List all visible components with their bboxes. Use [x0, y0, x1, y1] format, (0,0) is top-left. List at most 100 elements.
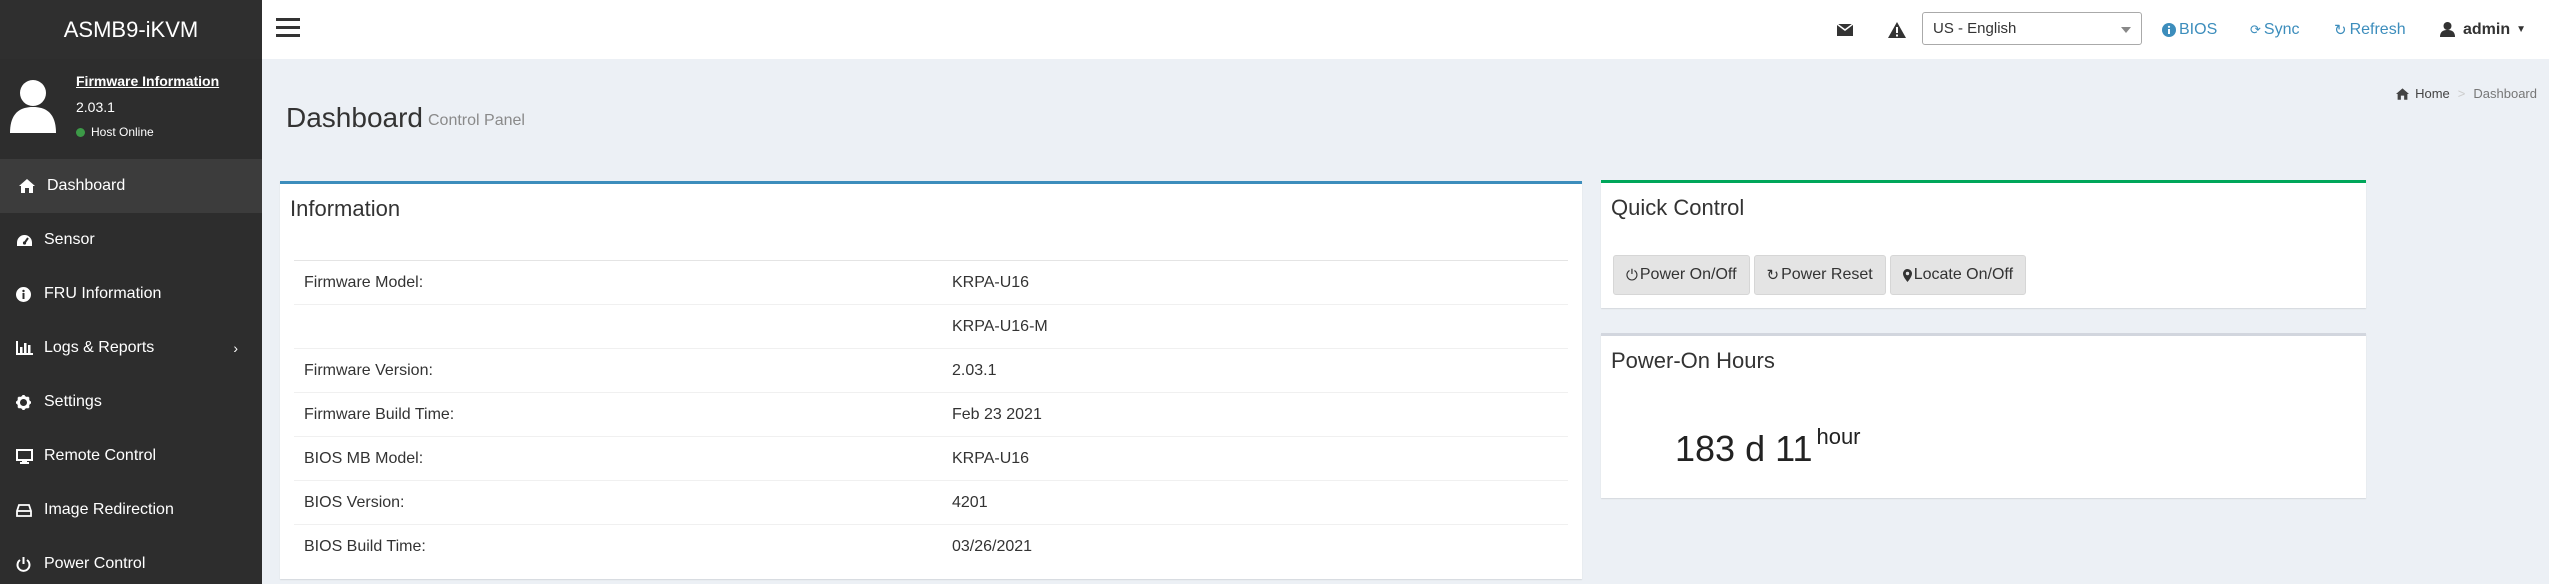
- sidebar-item-image-redirection[interactable]: Image Redirection: [0, 483, 262, 537]
- breadcrumb-separator: >: [2457, 86, 2466, 101]
- power-reset-button[interactable]: ↻ Power Reset: [1753, 255, 1886, 295]
- sidebar-item-label: Dashboard: [47, 177, 126, 194]
- table-row: BIOS Version: 4201: [294, 480, 1568, 525]
- sidebar-item-remote-control[interactable]: Remote Control: [0, 429, 262, 483]
- sidebar-item-label: Remote Control: [44, 447, 157, 464]
- disk-icon: [16, 503, 44, 517]
- chevron-right-icon: ›: [233, 340, 238, 356]
- sidebar: ASMB9-iKVM Firmware Information 2.03.1 H…: [0, 0, 262, 584]
- refresh-icon: ↻: [2334, 21, 2347, 39]
- page-title: Dashboard: [286, 102, 423, 133]
- bios-link[interactable]: BIOS: [2162, 0, 2217, 59]
- info-label: [294, 304, 942, 349]
- table-row: BIOS MB Model: KRPA-U16: [294, 436, 1568, 481]
- sidebar-item-dashboard[interactable]: Dashboard: [0, 159, 262, 213]
- bar-chart-icon: [16, 341, 44, 355]
- sidebar-item-power-control[interactable]: Power Control: [0, 537, 262, 584]
- language-select-value: US - English: [1933, 20, 2017, 37]
- info-value: KRPA-U16-M: [942, 304, 1568, 349]
- sidebar-item-logs-reports[interactable]: Logs & Reports ›: [0, 321, 262, 375]
- table-row: Firmware Build Time: Feb 23 2021: [294, 392, 1568, 437]
- sync-icon: ⟳: [2250, 21, 2261, 37]
- dropdown-caret-icon: [2121, 27, 2131, 33]
- power-on-hours-unit: hour: [1816, 424, 1861, 449]
- language-select[interactable]: US - English: [1922, 12, 2142, 45]
- info-circle-icon: [2162, 22, 2176, 37]
- sidebar-toggle-icon[interactable]: [276, 18, 300, 38]
- status-dot-icon: [76, 127, 85, 137]
- sidebar-item-settings[interactable]: Settings: [0, 375, 262, 429]
- sidebar-item-label: Sensor: [44, 231, 95, 248]
- messages-button[interactable]: [1837, 0, 1853, 59]
- caret-down-icon: ▼: [2516, 24, 2527, 35]
- user-name: admin: [2463, 20, 2511, 38]
- sidebar-item-label: Image Redirection: [44, 501, 174, 518]
- sidebar-item-fru-information[interactable]: FRU Information: [0, 267, 262, 321]
- info-value: 03/26/2021: [942, 524, 1568, 569]
- power-on-off-button[interactable]: ⏻ Power On/Off: [1613, 255, 1750, 295]
- warning-icon: [1888, 21, 1906, 38]
- info-value: Feb 23 2021: [942, 392, 1568, 437]
- map-marker-icon: [1902, 268, 1912, 282]
- info-label: Firmware Version:: [294, 348, 942, 393]
- dashboard-gauge-icon: [16, 234, 44, 247]
- power-icon: [16, 556, 44, 572]
- reset-icon: ↻: [1766, 267, 1780, 284]
- sidebar-item-label: Logs & Reports: [44, 339, 155, 356]
- table-row: BIOS Build Time: 03/26/2021: [294, 524, 1568, 569]
- app-title[interactable]: ASMB9-iKVM: [0, 0, 262, 59]
- quick-control-title: Quick Control: [1611, 195, 1745, 220]
- sync-label: Sync: [2263, 20, 2300, 38]
- refresh-label: Refresh: [2349, 20, 2406, 38]
- sidebar-item-label: Power Control: [44, 555, 146, 572]
- sidebar-item-sensor[interactable]: Sensor: [0, 213, 262, 267]
- power-icon: ⏻: [1626, 266, 1638, 284]
- power-on-off-label: Power On/Off: [1639, 266, 1737, 283]
- user-panel: Firmware Information 2.03.1 Host Online: [0, 59, 262, 159]
- envelope-icon: [1837, 23, 1853, 36]
- home-icon: [19, 179, 47, 193]
- sidebar-item-label: Settings: [44, 393, 102, 410]
- power-on-hours-panel: Power-On Hours 183 d 11 hour: [1601, 333, 2366, 498]
- desktop-icon: [16, 448, 44, 464]
- info-label: Firmware Model:: [294, 260, 942, 305]
- information-title: Information: [290, 196, 401, 221]
- table-row: Firmware Model: KRPA-U16: [294, 260, 1568, 305]
- user-avatar-icon: [10, 80, 56, 133]
- locate-on-off-button[interactable]: Locate On/Off: [1889, 255, 2027, 295]
- info-value: KRPA-U16: [942, 260, 1568, 305]
- sidebar-menu: Dashboard Sensor FRU Information Logs & …: [0, 159, 262, 584]
- host-status: Host Online: [76, 125, 219, 139]
- bios-label: BIOS: [2179, 20, 2218, 38]
- table-row: KRPA-U16-M: [294, 304, 1568, 349]
- alerts-button[interactable]: [1888, 0, 1906, 59]
- info-label: BIOS Build Time:: [294, 524, 942, 569]
- table-row: Firmware Version: 2.03.1: [294, 348, 1568, 393]
- info-value: 2.03.1: [942, 348, 1568, 393]
- locate-on-off-label: Locate On/Off: [1913, 266, 2014, 283]
- info-circle-icon: [16, 286, 44, 302]
- host-status-label: Host Online: [91, 125, 154, 139]
- sync-link[interactable]: ⟳ Sync: [2250, 0, 2299, 59]
- info-label: BIOS Version:: [294, 480, 942, 525]
- user-menu[interactable]: admin ▼: [2440, 0, 2526, 59]
- quick-control-panel: Quick Control ⏻ Power On/Off ↻ Power Res…: [1601, 180, 2366, 308]
- refresh-link[interactable]: ↻ Refresh: [2334, 0, 2406, 59]
- firmware-version: 2.03.1: [76, 99, 115, 115]
- power-on-hours-readout: 183 d 11 hour: [1675, 424, 1861, 470]
- firmware-information-link[interactable]: Firmware Information: [76, 73, 219, 89]
- information-panel: Information Firmware Model: KRPA-U16 KRP…: [280, 181, 1582, 579]
- info-label: BIOS MB Model:: [294, 436, 942, 481]
- power-reset-label: Power Reset: [1781, 266, 1873, 283]
- sidebar-item-label: FRU Information: [44, 285, 162, 302]
- power-on-hours-value: 183 d 11: [1675, 428, 1813, 469]
- breadcrumb: Home > Dashboard: [2396, 86, 2537, 101]
- breadcrumb-home[interactable]: Home: [2415, 86, 2450, 101]
- breadcrumb-current: Dashboard: [2473, 86, 2537, 101]
- information-table: Firmware Model: KRPA-U16 KRPA-U16-M Firm…: [294, 260, 1568, 569]
- info-value: 4201: [942, 480, 1568, 525]
- user-icon: [2440, 22, 2455, 37]
- power-on-hours-title: Power-On Hours: [1611, 348, 1775, 373]
- info-label: Firmware Build Time:: [294, 392, 942, 437]
- home-icon: [2396, 87, 2410, 100]
